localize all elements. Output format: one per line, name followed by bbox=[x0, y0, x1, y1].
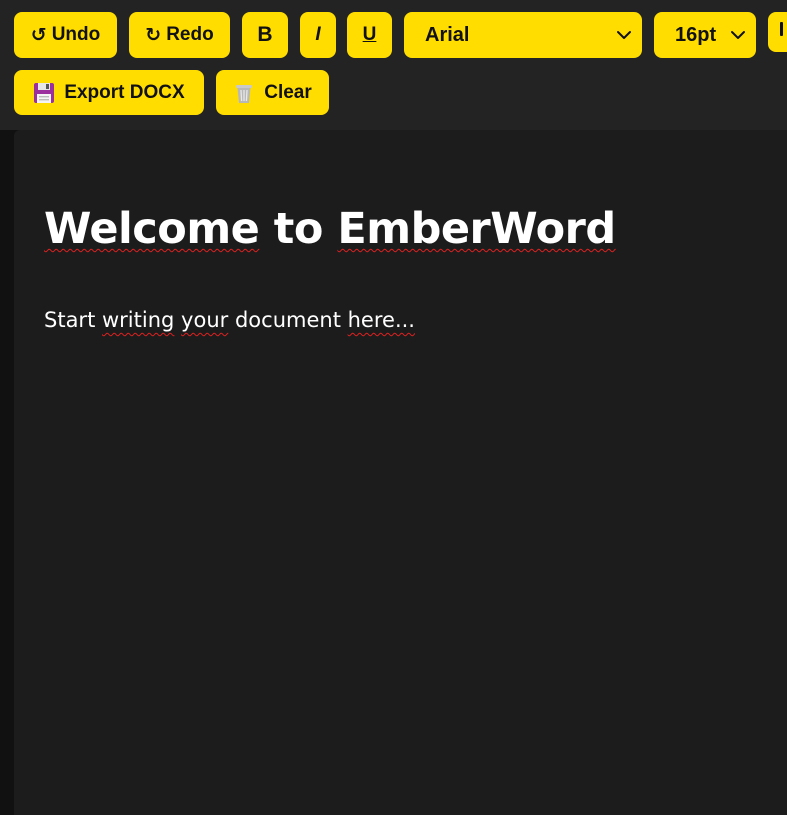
trash-bin-icon bbox=[236, 84, 253, 103]
font-family-select[interactable]: Arial bbox=[404, 12, 642, 58]
body-word-document: document bbox=[234, 308, 341, 332]
document-title[interactable]: Welcome to EmberWord bbox=[44, 204, 616, 254]
redo-label: Redo bbox=[166, 24, 214, 45]
floppy-disk-icon bbox=[34, 82, 55, 103]
title-word-emberword: EmberWord bbox=[337, 204, 616, 254]
font-family-value: Arial bbox=[425, 23, 470, 46]
bold-label: B bbox=[257, 23, 273, 46]
chevron-down-icon bbox=[617, 31, 631, 39]
undo-label: Undo bbox=[51, 24, 101, 45]
document-body-paragraph[interactable]: Start writing your document here... bbox=[44, 308, 415, 332]
toolbar-overflow-marker bbox=[780, 22, 783, 36]
underline-button[interactable]: U bbox=[347, 12, 392, 58]
undo-button[interactable]: ↺ Undo bbox=[14, 12, 117, 58]
clear-button[interactable]: Clear bbox=[216, 70, 329, 115]
chevron-down-icon bbox=[731, 31, 745, 39]
undo-icon: ↺ bbox=[30, 24, 47, 46]
body-word-here: here... bbox=[347, 308, 415, 332]
body-word-writing: writing bbox=[102, 308, 175, 332]
body-word-your: your bbox=[181, 308, 229, 332]
title-word-welcome: Welcome bbox=[44, 204, 260, 254]
redo-icon: ↻ bbox=[145, 24, 162, 46]
redo-button[interactable]: ↻ Redo bbox=[129, 12, 230, 58]
toolbar: ↺ Undo ↻ Redo B I U Arial 16pt Export DO… bbox=[0, 0, 787, 130]
italic-button[interactable]: I bbox=[300, 12, 336, 58]
italic-label: I bbox=[315, 24, 321, 45]
body-word-start: Start bbox=[44, 308, 96, 332]
title-word-to: to bbox=[273, 204, 324, 254]
font-size-value: 16pt bbox=[675, 23, 717, 46]
export-docx-button[interactable]: Export DOCX bbox=[14, 70, 204, 115]
underline-label: U bbox=[362, 24, 377, 45]
bold-button[interactable]: B bbox=[242, 12, 288, 58]
document-editor[interactable]: Welcome to EmberWord Start writing your … bbox=[14, 130, 787, 815]
toolbar-overflow-button[interactable] bbox=[768, 12, 787, 52]
font-size-select[interactable]: 16pt bbox=[654, 12, 756, 58]
clear-label: Clear bbox=[264, 81, 312, 103]
export-docx-label: Export DOCX bbox=[64, 81, 185, 103]
